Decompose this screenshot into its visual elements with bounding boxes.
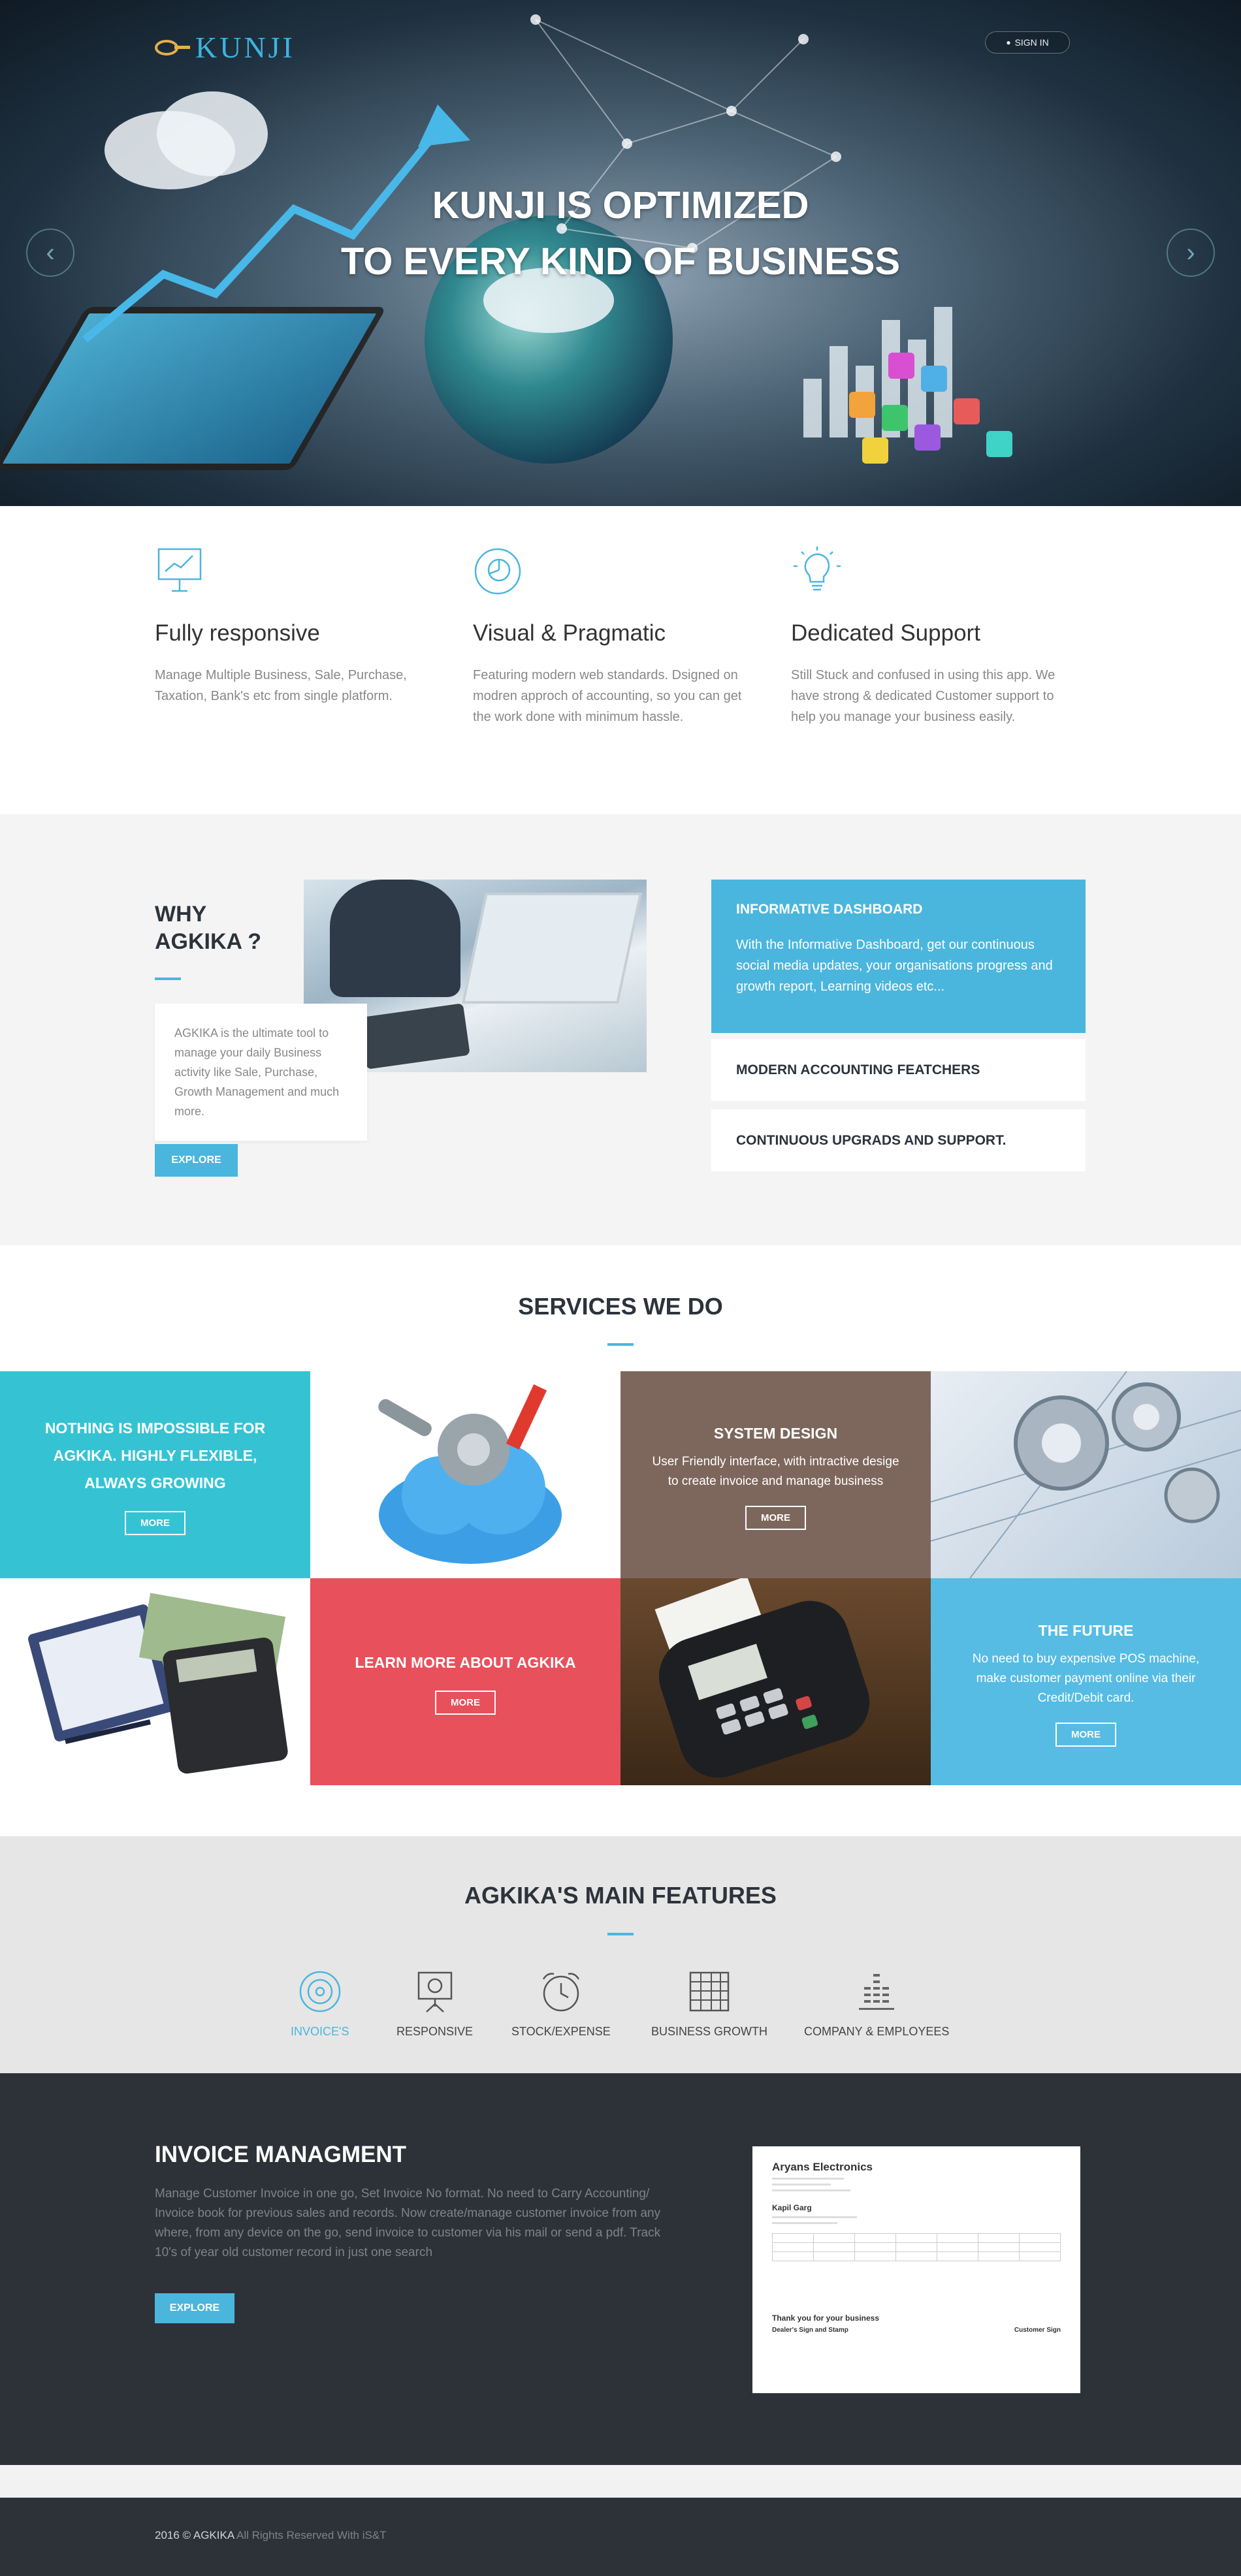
copyright-rights: All Rights Reserved With iS&T bbox=[234, 2529, 387, 2541]
more-button[interactable]: MORE bbox=[435, 1691, 496, 1715]
feature-title: Fully responsive bbox=[155, 620, 320, 646]
tab-label: INVOICE'S bbox=[291, 2025, 349, 2038]
more-button[interactable]: MORE bbox=[1056, 1723, 1116, 1747]
service-tile-learn-more: LEARN MORE ABOUT AGKIKA MORE bbox=[310, 1578, 620, 1785]
pie-chart-icon bbox=[474, 548, 521, 595]
alarm-clock-icon bbox=[542, 1973, 579, 2012]
chevron-left-icon: ‹ bbox=[46, 238, 55, 267]
why-text-card: AGKIKA is the ultimate tool to manage yo… bbox=[155, 1004, 367, 1141]
feature-text: Still Stuck and confused in using this a… bbox=[791, 668, 1056, 724]
app-tiles-graphic bbox=[823, 353, 1032, 483]
engineering-gears-image bbox=[931, 1371, 1241, 1578]
presentation-chart-icon bbox=[157, 548, 202, 592]
footer-spacer bbox=[0, 2465, 1241, 2498]
footer: 2016 © AGKIKA All Rights Reserved With i… bbox=[0, 2498, 1241, 2576]
pos-terminal-image bbox=[620, 1578, 931, 1785]
accordion-title: INFORMATIVE DASHBOARD bbox=[736, 902, 923, 917]
sign-in-button[interactable]: ● SIGN IN bbox=[985, 31, 1070, 54]
lightbulb-icon bbox=[794, 547, 841, 591]
tile-title: NOTHING IS IMPOSSIBLE FOR AGKIKA. HIGHLY… bbox=[44, 1420, 266, 1491]
main-features-title: AGKIKA'S MAIN FEATURES bbox=[464, 1882, 777, 1909]
tab-label: RESPONSIVE bbox=[396, 2025, 474, 2038]
easel-chart-icon bbox=[417, 1971, 452, 2012]
dealer-sign-label: Dealer's Sign and Stamp bbox=[772, 2327, 848, 2334]
explore-button[interactable]: EXPLORE bbox=[155, 2293, 234, 2323]
hero-title-line2: TO EVERY KIND OF BUSINESS bbox=[340, 240, 901, 283]
brand-name: KUNJI bbox=[195, 31, 295, 64]
accordion-text: With the Informative Dashboard, get our … bbox=[736, 938, 1053, 994]
accordion-item-dashboard[interactable]: INFORMATIVE DASHBOARD With the Informati… bbox=[711, 880, 1086, 1033]
service-tile-system-design: SYSTEM DESIGN User Friendly interface, w… bbox=[620, 1371, 931, 1578]
feature-responsive: Fully responsive Manage Multiple Busines… bbox=[155, 545, 429, 707]
user-icon: ● bbox=[1006, 38, 1011, 47]
tile-text: No need to buy expensive POS machine, ma… bbox=[972, 1652, 1200, 1705]
invoice-preview-image: Aryans Electronics Kapil Garg Thank you … bbox=[752, 2146, 1080, 2393]
service-tile-flexible: NOTHING IS IMPOSSIBLE FOR AGKIKA. HIGHLY… bbox=[0, 1371, 310, 1578]
tab-invoices[interactable]: INVOICE'S bbox=[291, 1969, 349, 2039]
title-underline bbox=[607, 1933, 634, 1935]
grid-table-icon bbox=[689, 1971, 730, 2012]
tab-label: COMPANY & EMPLOYEES bbox=[804, 2025, 950, 2038]
customer-sign-label: Customer Sign bbox=[1014, 2327, 1061, 2334]
feature-title: Visual & Pragmatic bbox=[473, 620, 666, 646]
services-title: SERVICES WE DO bbox=[518, 1293, 723, 1320]
title-underline bbox=[607, 1343, 634, 1346]
invoice-thanks: Thank you for your business bbox=[772, 2314, 880, 2323]
bar-stack-icon bbox=[859, 1974, 895, 2010]
service-tile-future: THE FUTURE No need to buy expensive POS … bbox=[931, 1578, 1241, 1785]
invoice-section: INVOICE MANAGMENT Manage Customer Invoic… bbox=[0, 2073, 1241, 2465]
tab-responsive[interactable]: RESPONSIVE bbox=[396, 1969, 473, 2039]
feature-visual: Visual & Pragmatic Featuring modern web … bbox=[473, 545, 747, 727]
cloud-tools-image bbox=[310, 1371, 620, 1578]
tab-stock-expense[interactable]: STOCK/EXPENSE bbox=[511, 1969, 611, 2039]
checkbook-calculator-image bbox=[0, 1578, 310, 1785]
key-logo-icon bbox=[155, 39, 190, 56]
feature-text: Featuring modern web standards. Dsigned … bbox=[473, 668, 742, 724]
tile-title: SYSTEM DESIGN bbox=[713, 1425, 838, 1442]
feature-text: Manage Multiple Business, Sale, Purchase… bbox=[155, 668, 407, 703]
sign-in-label: SIGN IN bbox=[1014, 37, 1049, 48]
invoice-title: INVOICE MANAGMENT bbox=[155, 2142, 406, 2167]
tile-title: THE FUTURE bbox=[1038, 1622, 1134, 1639]
hero-slider: KUNJI ● SIGN IN KUNJI IS OPTIMIZED TO EV… bbox=[0, 0, 1241, 506]
more-button[interactable]: MORE bbox=[745, 1506, 806, 1530]
tile-text: User Friendly interface, with intractive… bbox=[652, 1455, 899, 1488]
hero-title-line1: KUNJI IS OPTIMIZED bbox=[432, 184, 809, 227]
disc-icon bbox=[299, 1971, 340, 2012]
invoice-text: Manage Customer Invoice in one go, Set I… bbox=[155, 2187, 661, 2259]
brand-logo[interactable]: KUNJI bbox=[155, 30, 295, 65]
why-title-line1: WHY bbox=[155, 902, 207, 927]
invoice-table bbox=[772, 2233, 1061, 2261]
why-title-line2: AGKIKA ? bbox=[155, 929, 262, 954]
feature-support: Dedicated Support Still Stuck and confus… bbox=[791, 545, 1065, 727]
tab-label: BUSINESS GROWTH bbox=[651, 2025, 768, 2038]
explore-button[interactable]: EXPLORE bbox=[155, 1144, 238, 1177]
copyright-year: 2016 © AGKIKA bbox=[155, 2529, 234, 2541]
accordion-item-accounting[interactable]: MODERN ACCOUNTING FEATCHERS bbox=[711, 1039, 1086, 1101]
chevron-right-icon: › bbox=[1186, 238, 1195, 267]
more-button[interactable]: MORE bbox=[125, 1511, 185, 1535]
accordion-item-upgrades[interactable]: CONTINUOUS UPGRADS AND SUPPORT. bbox=[711, 1109, 1086, 1171]
tab-company-employees[interactable]: COMPANY & EMPLOYEES bbox=[804, 1969, 949, 2039]
hero-title: KUNJI IS OPTIMIZED TO EVERY KIND OF BUSI… bbox=[0, 178, 1241, 290]
title-underline bbox=[155, 978, 181, 980]
invoice-bill-to: Kapil Garg bbox=[772, 2203, 812, 2212]
invoice-company: Aryans Electronics bbox=[772, 2161, 873, 2173]
tab-business-growth[interactable]: BUSINESS GROWTH bbox=[651, 1969, 767, 2039]
next-slide-button[interactable]: › bbox=[1167, 229, 1215, 277]
why-section: WHY AGKIKA ? AGKIKA is the ultimate tool… bbox=[0, 814, 1241, 1245]
prev-slide-button[interactable]: ‹ bbox=[26, 229, 74, 277]
tab-label: STOCK/EXPENSE bbox=[511, 2025, 611, 2038]
why-title: WHY AGKIKA ? bbox=[155, 900, 261, 955]
tile-title: LEARN MORE ABOUT AGKIKA bbox=[355, 1654, 576, 1671]
feature-title: Dedicated Support bbox=[791, 620, 980, 646]
copyright: 2016 © AGKIKA All Rights Reserved With i… bbox=[155, 2529, 387, 2542]
main-features-section bbox=[0, 1836, 1241, 2073]
